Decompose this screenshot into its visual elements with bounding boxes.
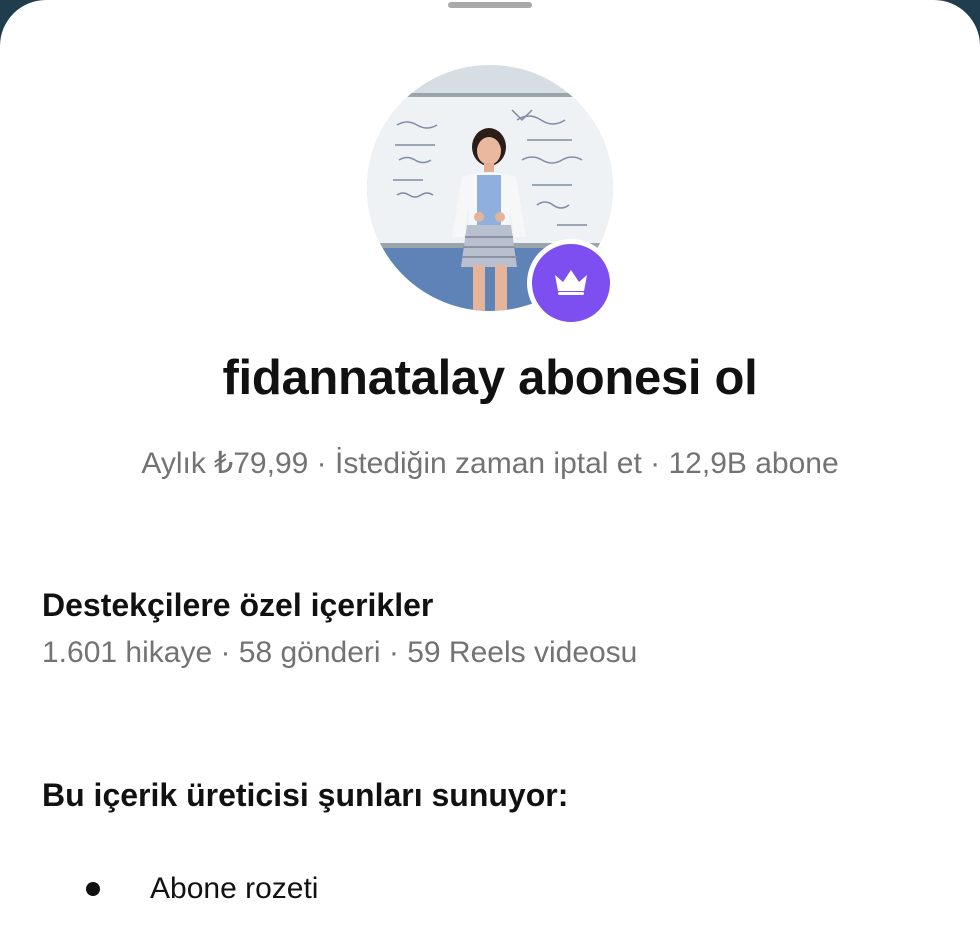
subscriber-crown-badge	[527, 239, 615, 327]
offer-label: Abone rozeti	[150, 872, 319, 905]
bullet-icon	[86, 882, 100, 896]
crown-icon	[551, 265, 591, 302]
subscription-meta: Aylık ₺79,99 · İstediğin zaman iptal et …	[141, 447, 839, 480]
subscribe-title: fidannatalay abonesi ol	[222, 351, 758, 405]
exclusive-content-counts: 1.601 hikaye · 58 gönderi · 59 Reels vid…	[42, 636, 638, 669]
exclusive-content-heading: Destekçilere özel içerikler	[42, 587, 434, 623]
profile-avatar-group	[367, 65, 615, 327]
subscribe-sheet: fidannatalay abonesi ol Aylık ₺79,99 · İ…	[0, 0, 980, 945]
sheet-drag-handle[interactable]	[448, 2, 532, 8]
creator-offers-heading: Bu içerik üreticisi şunları sunuyor:	[42, 777, 569, 813]
list-item: Abone rozeti	[86, 872, 318, 906]
